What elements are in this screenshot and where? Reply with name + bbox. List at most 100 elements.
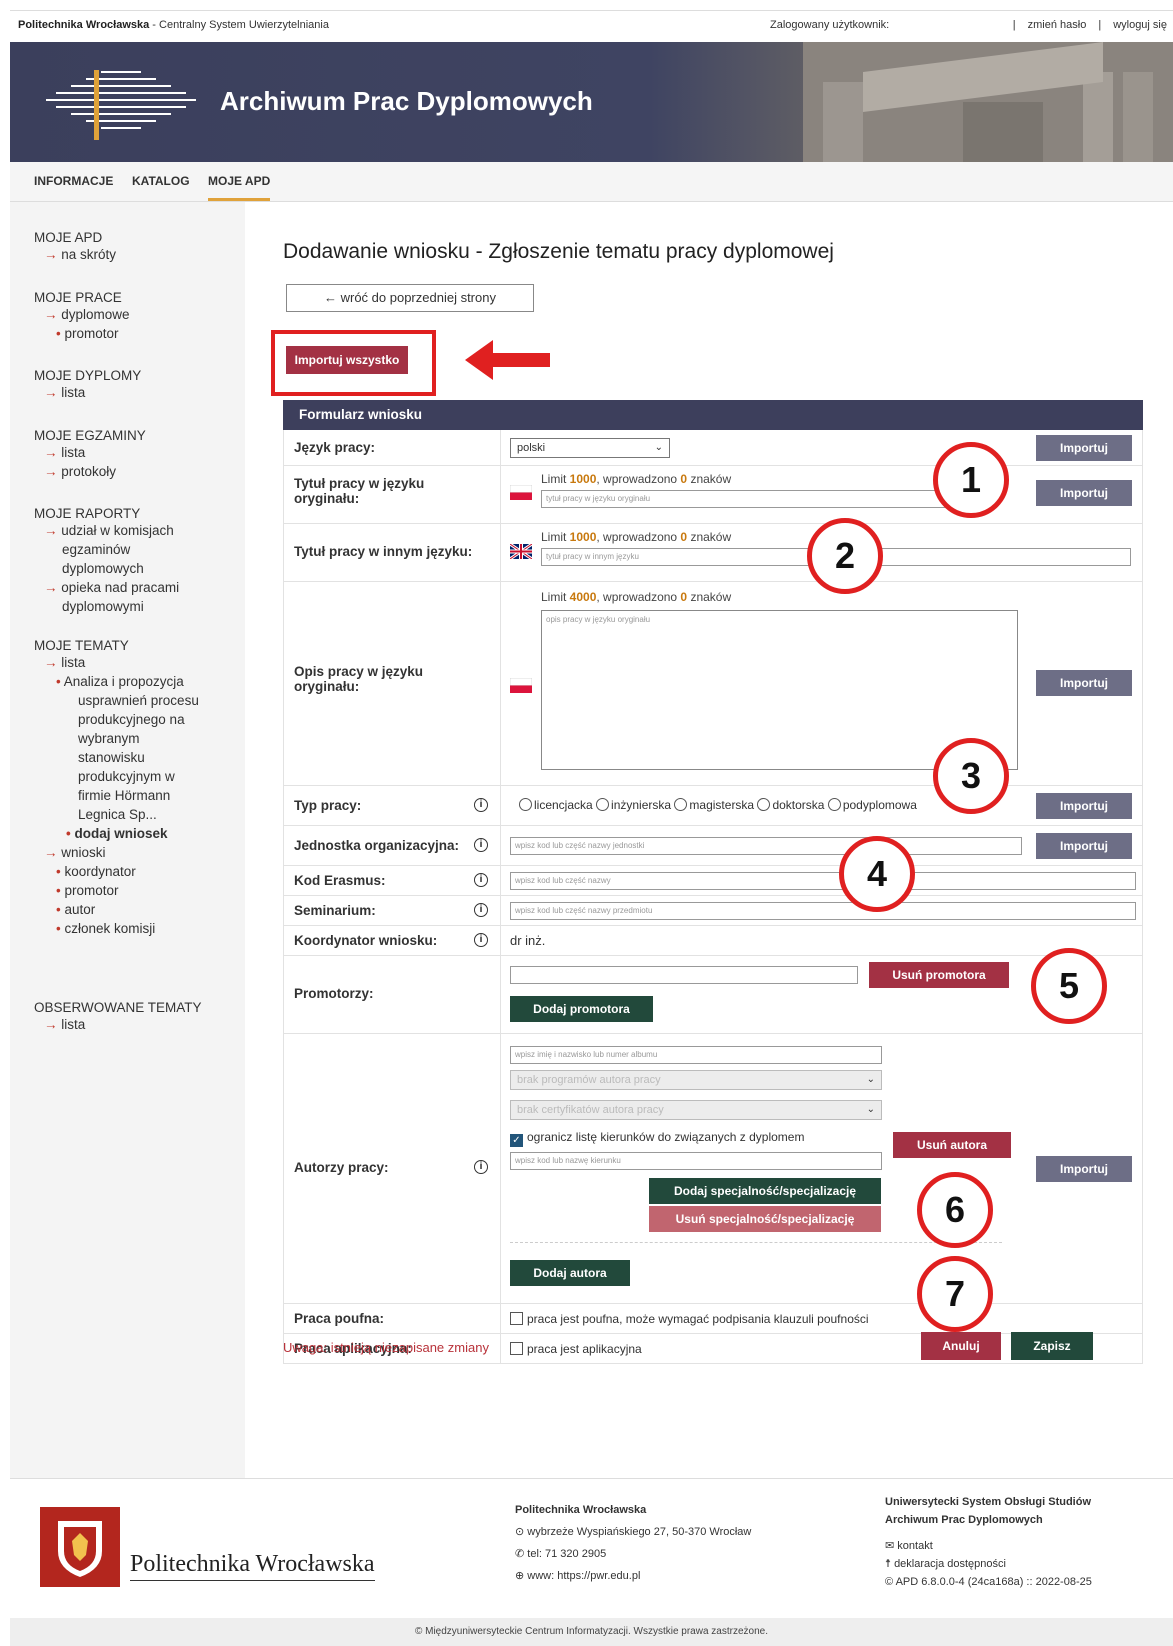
sidebar-item-wnioski[interactable]: → wnioski [34,843,199,862]
remove-author-button[interactable]: Usuń autora [893,1132,1011,1158]
accessibility-link[interactable]: deklaracja dostępności [894,1558,1006,1570]
promoter-input[interactable] [510,966,858,984]
sidebar-item-autor[interactable]: • autor [34,900,199,919]
add-specialty-button[interactable]: Dodaj specjalność/specjalizację [649,1178,881,1204]
radio-inzynierska[interactable]: inżynierska [596,798,671,812]
radio-podyplomowa[interactable]: podyplomowa [827,798,917,812]
sidebar-item-dyplomy-lista[interactable]: → lista [34,383,141,402]
description-label: Opis pracy w języku oryginału: [294,664,424,694]
author-programs-select[interactable]: brak programów autora pracy ⌄ [510,1070,882,1090]
annotation-marker-7: 7 [917,1256,993,1332]
erasmus-input[interactable]: wpisz kod lub część nazwy [510,872,1136,890]
radio-licencjacka[interactable]: licencjacka [519,798,593,812]
info-icon[interactable]: i [474,873,488,887]
info-icon[interactable]: i [474,903,488,917]
change-password-link[interactable]: zmień hasło [1022,19,1093,31]
chevron-down-icon: ⌄ [654,442,663,453]
nav-moje-apd[interactable]: MOJE APD [208,174,271,201]
import-unit-button[interactable]: Importuj [1036,833,1132,859]
add-author-button[interactable]: Dodaj autora [510,1260,630,1286]
contact-link[interactable]: kontakt [897,1540,932,1552]
import-language-button[interactable]: Importuj [1036,435,1132,461]
copyright: © Międzyuniwersyteckie Centrum Informaty… [10,1618,1173,1646]
confidential-checkbox[interactable]: praca jest poufna, może wymagać podpisan… [510,1312,869,1326]
sidebar-head-moje-tematy[interactable]: MOJE TEMATY [34,638,199,653]
save-button[interactable]: Zapisz [1011,1332,1093,1360]
sidebar-head-obserwowane[interactable]: OBSERWOWANE TEMATY [34,1000,202,1015]
mail-icon: ✉ [885,1540,895,1552]
row-title-original: Tytuł pracy w języku oryginału: Limit 10… [283,466,1143,524]
sidebar-head-moje-egzaminy[interactable]: MOJE EGZAMINY [34,428,146,443]
globe-icon: ⊕ [515,1570,525,1582]
sidebar-head-moje-dyplomy[interactable]: MOJE DYPLOMY [34,368,141,383]
limit-fields-checkbox[interactable]: ✓ ogranicz listę kierunków do związanych … [510,1130,804,1147]
sidebar-item-dodaj-wniosek[interactable]: • dodaj wniosek [34,824,199,843]
row-unit: Jednostka organizacyjna: i wpisz kod lub… [283,826,1143,866]
chevron-down-icon: ⌄ [866,1104,875,1115]
sidebar-item-dyplomowe[interactable]: → dyplomowe [34,305,130,324]
import-authors-button[interactable]: Importuj [1036,1156,1132,1182]
sidebar-item-promotor[interactable]: • promotor [34,324,130,343]
add-promoter-button[interactable]: Dodaj promotora [510,996,653,1022]
annotation-marker-6: 6 [917,1172,993,1248]
chevron-down-icon: ⌄ [866,1074,875,1085]
cancel-button[interactable]: Anuluj [921,1332,1001,1360]
main-nav: INFORMACJE KATALOG MOJE APD [10,162,1173,202]
import-description-button[interactable]: Importuj [1036,670,1132,696]
phone-icon: ✆ [515,1548,525,1560]
info-icon[interactable]: i [474,1160,488,1174]
sidebar-item-egzaminy-lista[interactable]: → lista [34,443,146,462]
row-erasmus: Kod Erasmus: i wpisz kod lub część nazwy [283,866,1143,896]
language-select[interactable]: polski ⌄ [510,438,670,458]
nav-katalog[interactable]: KATALOG [132,174,190,188]
footer-system-column: Uniwersytecki System Obsługi Studiów Arc… [885,1496,1092,1588]
sidebar-item-topic[interactable]: • Analiza i propozycja [34,672,199,691]
remove-specialty-button[interactable]: Usuń specjalność/specjalizację [649,1206,881,1232]
import-title-button[interactable]: Importuj [1036,480,1132,506]
nav-informacje[interactable]: INFORMACJE [34,174,113,188]
sidebar-item-protokoly[interactable]: → protokoły [34,462,146,481]
import-all-button[interactable]: Importuj wszystko [286,346,408,374]
annotation-marker-5: 5 [1031,948,1107,1024]
sidebar-item-komisje[interactable]: → udział w komisjach [34,521,179,540]
unit-input[interactable]: wpisz kod lub część nazwy jednostki [510,837,1022,855]
unit-label: Jednostka organizacyjna: [294,838,460,853]
radio-doktorska[interactable]: doktorska [757,798,824,812]
sidebar-head-moje-raporty[interactable]: MOJE RAPORTY [34,506,179,521]
field-of-study-input[interactable]: wpisz kod lub nazwę kierunku [510,1152,882,1170]
info-icon[interactable]: i [474,798,488,812]
application-form: Formularz wniosku Język pracy: polski ⌄ I… [283,400,1143,1364]
title-other-limit: Limit 1000, wprowadzono 0 znaków [541,530,732,544]
logout-link[interactable]: wyloguj się [1107,19,1173,31]
seminar-label: Seminarium: [294,903,376,918]
annotation-marker-2: 2 [807,518,883,594]
brand-text: Politechnika Wrocławska - Centralny Syst… [18,19,329,31]
annotation-marker-1: 1 [933,442,1009,518]
radio-magisterska[interactable]: magisterska [674,798,754,812]
pwr-crest-logo[interactable] [40,1507,120,1587]
author-name-input[interactable]: wpisz imię i nazwisko lub numer albumu [510,1046,882,1064]
import-type-button[interactable]: Importuj [1036,793,1132,819]
sidebar-head-moje-prace[interactable]: MOJE PRACE [34,290,130,305]
sidebar-item-obserwowane-lista[interactable]: → lista [34,1015,202,1034]
remove-promoter-button[interactable]: Usuń promotora [869,962,1009,988]
sidebar-item-czlonek[interactable]: • członek komisji [34,919,199,938]
promoters-label: Promotorzy: [294,986,374,1001]
apd-logo[interactable] [36,60,206,144]
sidebar-item-tematy-lista[interactable]: → lista [34,653,199,672]
author-certs-select[interactable]: brak certyfikatów autora pracy ⌄ [510,1100,882,1120]
checkmark-icon: ✓ [510,1134,523,1147]
sidebar-head-moje-apd[interactable]: MOJE APD [34,230,116,245]
seminar-input[interactable]: wpisz kod lub część nazwy przedmiotu [510,902,1136,920]
sidebar-item-na-skroty[interactable]: → na skróty [34,245,116,264]
info-icon[interactable]: i [474,838,488,852]
sidebar-item-role-promotor[interactable]: • promotor [34,881,199,900]
title-original-input[interactable]: tytuł pracy w języku oryginału [541,490,996,508]
applied-checkbox[interactable]: praca jest aplikacyjna [510,1342,642,1356]
back-button[interactable]: ← wróć do poprzedniej strony [286,284,534,312]
sidebar-item-opieka[interactable]: → opieka nad pracami [34,578,179,597]
info-icon[interactable]: i [474,933,488,947]
row-coordinator: Koordynator wniosku: i dr inż. [283,926,1143,956]
sidebar-item-koordynator[interactable]: • koordynator [34,862,199,881]
type-label: Typ pracy: [294,798,362,813]
